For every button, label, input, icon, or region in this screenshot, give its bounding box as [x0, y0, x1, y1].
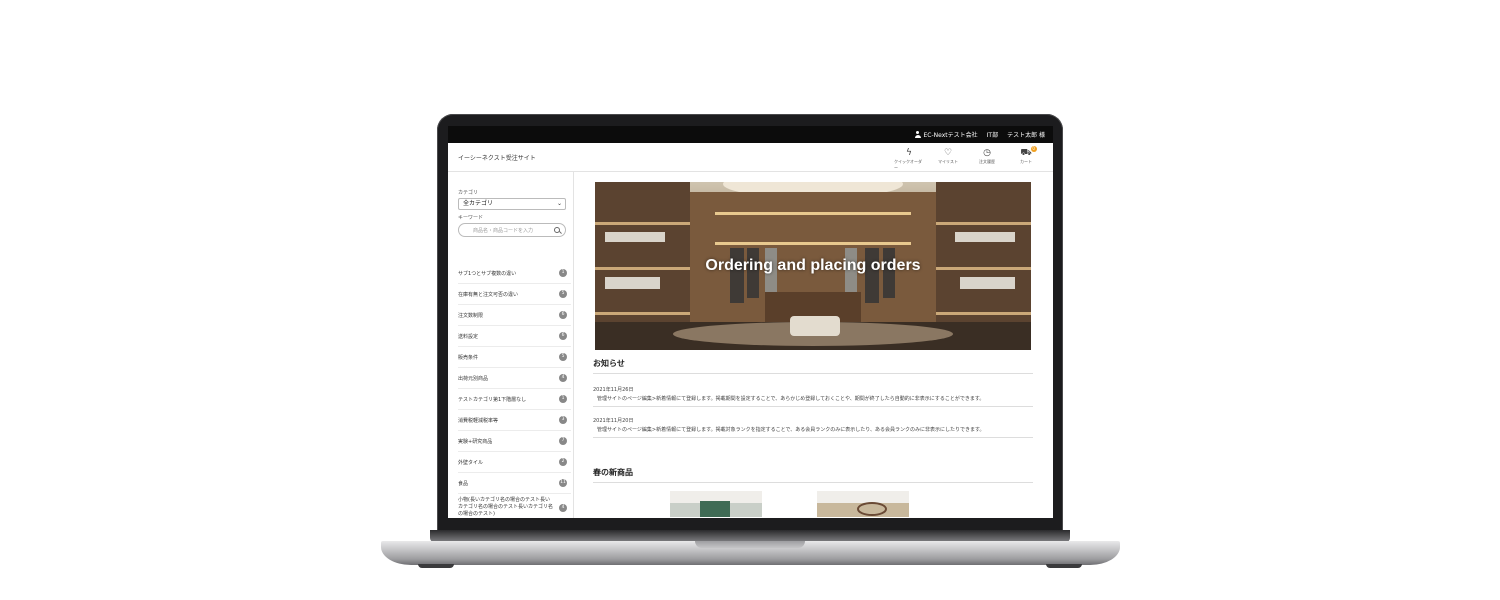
- news-text[interactable]: 管理サイトのページ編集>新着情報にて登録します。掲載期間を設定することで、あらか…: [597, 395, 984, 402]
- category-count-badge: 1: [559, 395, 567, 403]
- header-icons: ϟ クイックオーダー ♡ マイリスト ◷ 注文履歴 ⛟ 0 カート: [894, 146, 1041, 171]
- category-item[interactable]: 販売条件 5: [458, 347, 571, 368]
- cart-button[interactable]: ⛟ 0 カート: [1011, 146, 1041, 171]
- category-count-badge: 11: [559, 479, 567, 487]
- chevron-down-icon: ⌄: [556, 200, 562, 207]
- category-item[interactable]: 出荷元別商品 4: [458, 368, 571, 389]
- cart-count-badge: 0: [1030, 146, 1037, 152]
- category-item-label: テストカテゴリ第1下階層なし: [458, 396, 527, 403]
- quick-order-label: クイックオーダー: [894, 159, 922, 170]
- category-count-badge: 2: [559, 458, 567, 466]
- quick-order-button[interactable]: ϟ クイックオーダー: [894, 148, 924, 171]
- cart-icon: ⛟ 0: [1020, 146, 1037, 158]
- news-text[interactable]: 管理サイトのページ編集>新着情報にて登録します。掲載対象ランクを指定することで、…: [597, 426, 985, 433]
- category-item-label: 出荷元別商品: [458, 375, 489, 382]
- category-list: サブ1つとサブ複数の違い 1 在庫有無と注文可否の違い 5 注文数制限 6 送料設定 6…: [458, 263, 571, 518]
- mylist-button[interactable]: ♡ マイリスト: [933, 148, 963, 171]
- category-item[interactable]: 消費税軽減税率等 3: [458, 410, 571, 431]
- product-image: [817, 502, 909, 517]
- keyword-placeholder: 商品名・商品コードを入力: [473, 227, 534, 234]
- category-item[interactable]: 在庫有無と注文可否の違い 5: [458, 284, 571, 305]
- category-item[interactable]: 小物(長いカテゴリ名の場合のテスト長いカテゴリ名の場合のテスト長いカテゴリ名の場…: [458, 494, 571, 518]
- category-count-badge: 6: [559, 332, 567, 340]
- news-date: 2021年11月20日: [593, 418, 634, 424]
- category-item[interactable]: 食品 11: [458, 473, 571, 494]
- category-item-label: 実験+研究商品: [458, 438, 493, 445]
- news-title: お知らせ: [593, 359, 625, 368]
- top-bar: EC-Nextテスト会社 IT部 テスト太郎 様: [448, 126, 1053, 143]
- category-item-label: サブ1つとサブ複数の違い: [458, 270, 517, 277]
- hero-caption: Ordering and placing orders: [705, 257, 921, 274]
- category-select[interactable]: 全カテゴリ ⌄: [458, 198, 566, 210]
- category-select-value: 全カテゴリ: [463, 200, 494, 207]
- keyword-label: キーワード: [458, 215, 484, 221]
- screen: EC-Nextテスト会社 IT部 テスト太郎 様 イーシーネクスト受注サイト ϟ…: [448, 126, 1053, 518]
- category-item-label: 販売条件: [458, 354, 479, 361]
- category-item[interactable]: 送料設定 6: [458, 326, 571, 347]
- category-item-label: 送料設定: [458, 333, 479, 340]
- product-thumbnail[interactable]: [670, 491, 762, 517]
- category-item-label: 小物(長いカテゴリ名の場合のテスト長いカテゴリ名の場合のテスト長いカテゴリ名の場…: [458, 497, 554, 517]
- category-count-badge: 5: [559, 290, 567, 298]
- category-count-badge: 4: [559, 504, 567, 512]
- user-name[interactable]: テスト太郎 様: [1007, 130, 1045, 139]
- category-item[interactable]: 実験+研究商品 7: [458, 431, 571, 452]
- divider: [593, 482, 1033, 483]
- category-item-label: 食品: [458, 480, 469, 487]
- category-item[interactable]: 注文数制限 6: [458, 305, 571, 326]
- category-label: カテゴリ: [458, 190, 479, 196]
- laptop-notch: [695, 541, 805, 548]
- product-image: [670, 501, 762, 517]
- category-item[interactable]: テストカテゴリ第1下階層なし 1: [458, 389, 571, 410]
- product-thumbnail[interactable]: [817, 491, 909, 517]
- department-name: IT部: [986, 132, 999, 139]
- news-date: 2021年11月26日: [593, 387, 634, 393]
- category-count-badge: 7: [559, 437, 567, 445]
- order-history-label: 注文履歴: [979, 159, 995, 164]
- category-item-label: 在庫有無と注文可否の違い: [458, 291, 519, 298]
- company-link[interactable]: EC-Nextテスト会社: [914, 130, 978, 139]
- category-item-label: 外壁タイル: [458, 459, 484, 466]
- heart-icon: ♡: [943, 148, 953, 158]
- user-icon: [914, 131, 921, 138]
- quick-order-icon: ϟ: [906, 148, 912, 158]
- laptop-foot-right: [1046, 564, 1082, 568]
- mylist-label: マイリスト: [938, 159, 958, 164]
- site-header: イーシーネクスト受注サイト ϟ クイックオーダー ♡ マイリスト ◷ 注文履歴 …: [448, 143, 1053, 172]
- category-item[interactable]: 外壁タイル 2: [458, 452, 571, 473]
- sidebar: カテゴリ 全カテゴリ ⌄ キーワード 商品名・商品コードを入力 サブ1つとサブ複…: [448, 172, 574, 518]
- site-title[interactable]: イーシーネクスト受注サイト: [458, 153, 536, 162]
- category-count-badge: 3: [559, 416, 567, 424]
- category-item[interactable]: サブ1つとサブ複数の違い 1: [458, 263, 571, 284]
- divider: [593, 406, 1033, 407]
- search-icon[interactable]: [554, 227, 560, 233]
- keyword-input[interactable]: 商品名・商品コードを入力: [458, 223, 566, 237]
- hero-banner[interactable]: Ordering and placing orders: [595, 182, 1031, 350]
- new-products-title: 春の新商品: [593, 468, 633, 477]
- category-count-badge: 5: [559, 353, 567, 361]
- category-count-badge: 6: [559, 311, 567, 319]
- cart-label: カート: [1020, 159, 1032, 164]
- category-item-label: 注文数制限: [458, 312, 484, 319]
- clock-icon: ◷: [983, 148, 991, 158]
- category-item-label: 消費税軽減税率等: [458, 417, 499, 424]
- category-count-badge: 4: [559, 374, 567, 382]
- divider: [593, 373, 1033, 374]
- divider: [593, 437, 1033, 438]
- laptop-foot-left: [418, 564, 454, 568]
- order-history-button[interactable]: ◷ 注文履歴: [972, 148, 1002, 171]
- category-count-badge: 1: [559, 269, 567, 277]
- company-name: EC-Nextテスト会社: [923, 132, 978, 139]
